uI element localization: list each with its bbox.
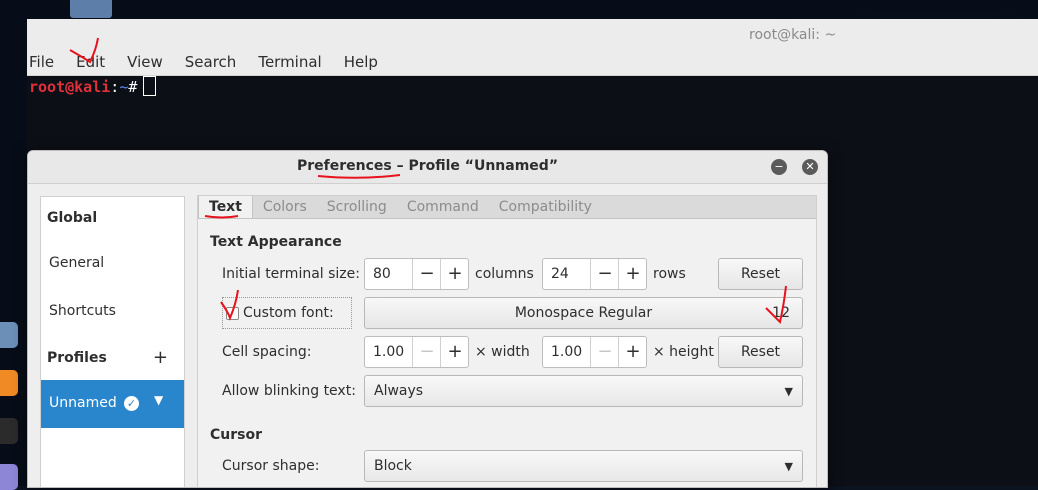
- dock-editor-icon[interactable]: [0, 464, 18, 490]
- minimize-icon[interactable]: −: [771, 159, 787, 175]
- custom-font-label: Custom font:: [243, 305, 334, 321]
- menu-terminal[interactable]: Terminal: [258, 53, 321, 71]
- custom-font-checkbox[interactable]: Custom font:: [222, 297, 352, 329]
- height-unit: × height: [653, 344, 714, 360]
- cell-spacing-label: Cell spacing:: [222, 344, 312, 360]
- dock-firefox-icon[interactable]: [0, 370, 18, 396]
- reset-size-button[interactable]: Reset: [718, 258, 803, 290]
- plus-icon[interactable]: +: [440, 259, 469, 289]
- columns-spinbox[interactable]: 80 − +: [364, 258, 469, 290]
- menu-search[interactable]: Search: [185, 53, 237, 71]
- font-size: 12: [772, 305, 790, 321]
- plus-icon[interactable]: +: [618, 337, 647, 367]
- dialog-title: Preferences – Profile “Unnamed”: [296, 158, 559, 174]
- preferences-sidebar: Global General Shortcuts Profiles + Unnam…: [40, 196, 185, 487]
- menu-edit[interactable]: Edit: [76, 53, 105, 71]
- sidebar-heading-global: Global: [47, 210, 98, 226]
- reset-spacing-button[interactable]: Reset: [718, 336, 803, 368]
- height-value: 1.00: [551, 344, 583, 360]
- blink-label: Allow blinking text:: [222, 383, 356, 399]
- rows-unit: rows: [653, 266, 686, 282]
- dialog-titlebar: Preferences – Profile “Unnamed” − ✕: [28, 151, 827, 184]
- cursor-shape-dropdown[interactable]: Block ▼: [364, 450, 803, 482]
- width-unit: × width: [475, 344, 530, 360]
- columns-value: 80: [373, 266, 391, 282]
- sidebar-heading-profiles: Profiles +: [47, 347, 168, 368]
- text-cursor: [143, 76, 157, 96]
- checkbox-box[interactable]: [226, 307, 239, 320]
- section-cursor: Cursor: [210, 427, 263, 443]
- profile-tabs: Text Colors Scrolling Command Compatibil…: [198, 196, 816, 219]
- default-check-icon: ✓: [124, 396, 139, 411]
- plus-icon[interactable]: +: [618, 259, 647, 289]
- menu-file[interactable]: File: [29, 53, 54, 71]
- prompt-user-host: root@kali: [29, 78, 111, 96]
- folder-icon[interactable]: [70, 0, 112, 18]
- tab-text[interactable]: Text: [198, 196, 253, 218]
- blink-dropdown[interactable]: Always ▼: [364, 375, 803, 407]
- dock-terminal-icon[interactable]: [0, 418, 18, 444]
- prompt-separator: :: [110, 78, 120, 96]
- sidebar-item-general[interactable]: General: [41, 244, 184, 284]
- menu-view[interactable]: View: [127, 53, 163, 71]
- cursor-shape-value: Block: [374, 458, 412, 474]
- plus-icon[interactable]: +: [153, 347, 168, 368]
- rows-value: 24: [551, 266, 569, 282]
- width-value: 1.00: [373, 344, 405, 360]
- blink-value: Always: [374, 383, 424, 399]
- profile-settings-panel: Text Colors Scrolling Command Compatibil…: [197, 195, 817, 487]
- close-icon[interactable]: ✕: [802, 159, 818, 175]
- preferences-dialog: Preferences – Profile “Unnamed” − ✕ Glob…: [27, 150, 828, 488]
- shell-prompt[interactable]: root@kali:~#: [29, 76, 157, 96]
- sidebar-item-unnamed[interactable]: Unnamed ✓ ▼: [41, 380, 184, 428]
- dock-files-icon[interactable]: [0, 322, 18, 348]
- prompt-path: ~: [119, 78, 129, 96]
- terminal-menubar: File Edit View Search Terminal Help: [29, 53, 400, 71]
- cursor-shape-label: Cursor shape:: [222, 458, 320, 474]
- terminal-titlebar: root@kali: ~ File Edit View Search Termi…: [27, 19, 1038, 76]
- rows-spinbox[interactable]: 24 − +: [542, 258, 647, 290]
- tab-colors[interactable]: Colors: [253, 196, 317, 218]
- sidebar-item-shortcuts[interactable]: Shortcuts: [41, 292, 184, 332]
- minus-icon[interactable]: −: [412, 259, 441, 289]
- section-text-appearance: Text Appearance: [210, 234, 342, 250]
- font-name: Monospace Regular: [514, 305, 653, 321]
- chevron-down-icon: ▼: [784, 460, 793, 473]
- terminal-title: root@kali: ~: [749, 27, 837, 43]
- chevron-down-icon: ▼: [784, 385, 793, 398]
- minus-icon[interactable]: −: [590, 259, 619, 289]
- minus-icon[interactable]: −: [412, 337, 441, 367]
- prompt-symbol: #: [128, 78, 138, 96]
- tab-command[interactable]: Command: [397, 196, 489, 218]
- font-chooser-button[interactable]: Monospace Regular 12: [364, 297, 803, 329]
- plus-icon[interactable]: +: [440, 337, 469, 367]
- menu-help[interactable]: Help: [344, 53, 378, 71]
- columns-unit: columns: [475, 266, 534, 282]
- tab-compatibility[interactable]: Compatibility: [489, 196, 602, 218]
- width-spacing-spinbox[interactable]: 1.00 − +: [364, 336, 469, 368]
- initial-size-label: Initial terminal size:: [222, 266, 360, 282]
- minus-icon[interactable]: −: [590, 337, 619, 367]
- height-spacing-spinbox[interactable]: 1.00 − +: [542, 336, 647, 368]
- chevron-down-icon[interactable]: ▼: [154, 393, 163, 407]
- tab-scrolling[interactable]: Scrolling: [317, 196, 397, 218]
